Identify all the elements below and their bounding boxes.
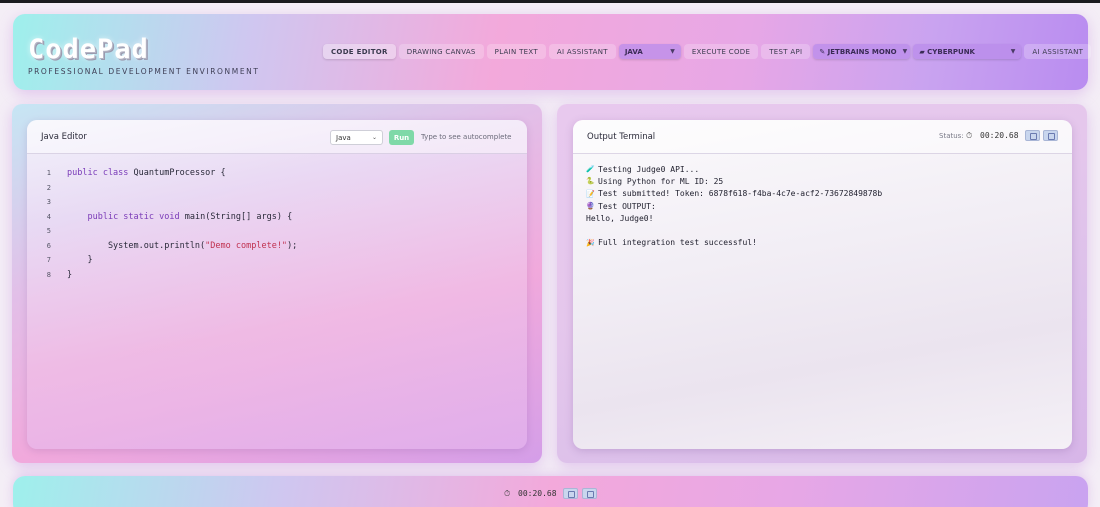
code-line: 2 [27,181,527,196]
nav-ai-assistant[interactable]: AI ASSISTANT [548,44,616,59]
editor-language-value: Java [336,133,351,142]
language-dropdown[interactable]: JAVA ▼ [618,44,681,59]
terminal-panel: Output Terminal Status: ⏱ 00:20.68 🧪 Tes… [557,104,1087,463]
terminal-title: Output Terminal [587,132,656,142]
stopwatch-icon: ⏱ [504,489,511,498]
code-line: 1 public class QuantumProcessor { [27,166,527,181]
nav-drawing-canvas[interactable]: DRAWING CANVAS [398,44,484,59]
font-dropdown-value: ✎ JETBRAINS MONO [819,47,897,56]
footer-timer: 00:20.68 [518,489,557,498]
nav-plain-text[interactable]: PLAIN TEXT [486,44,546,59]
line-number: 3 [46,198,51,207]
run-button[interactable]: Run [389,130,414,145]
nav-ai-assistant-secondary[interactable]: AI ASSISTANT [1024,44,1092,59]
line-number: 2 [46,183,51,192]
line-number: 7 [46,256,51,265]
party-popper-icon: 🎉 [586,238,595,247]
output-line: 🔮 Test OUTPUT: [586,201,656,211]
language-dropdown-value: JAVA [624,47,643,56]
theme-dropdown-value: ▰ CYBERPUNK [919,47,975,56]
app-header: CodePad PROFESSIONAL DEVELOPMENT ENVIRON… [13,14,1092,90]
chevron-down-icon: ▼ [670,48,675,55]
test-tube-icon: 🧪 [586,165,595,174]
chevron-down-icon: ▼ [902,48,908,55]
status-timer: 00:20.68 [980,131,1019,140]
clear-output-button[interactable] [1043,130,1058,141]
status-label: Status: [939,132,964,140]
output-line: 🐍 Using Python for ML ID: 25 [586,176,724,186]
crystal-ball-icon: 🔮 [586,202,595,211]
code-text: } [67,255,93,266]
status-footer: ⏱ 00:20.68 [13,476,1088,507]
autocomplete-hint: Type to see autocomplete [421,133,512,141]
execute-code-button[interactable]: EXECUTE CODE [683,44,759,59]
theme-dropdown[interactable]: ▰ CYBERPUNK ▼ [913,44,1022,59]
line-number: 6 [46,241,51,250]
line-number: 8 [46,270,51,279]
line-number: 1 [46,169,51,178]
terminal-output: 🧪 Testing Judge0 API... 🐍 Using Python f… [586,163,1056,249]
code-line: 5 [27,224,527,239]
stopwatch-icon: ⏱ [966,131,973,140]
code-text: } [67,269,73,280]
output-line: 🎉 Full integration test successful! [586,238,757,248]
footer-action-button[interactable] [563,488,578,499]
app-subtitle: PROFESSIONAL DEVELOPMENT ENVIRONMENT [28,67,260,76]
line-number: 4 [46,212,51,221]
font-dropdown[interactable]: ✎ JETBRAINS MONO ▼ [813,44,911,59]
font-icon: ✎ [819,47,828,56]
output-line: Hello, Judge0! [586,213,654,223]
editor-header: Java Editor Java ⌄ Run Type to see autoc… [27,120,527,154]
memo-icon: 📝 [586,189,595,198]
code-text: public class QuantumProcessor { [67,168,226,179]
code-text: public static void main(String[] args) { [87,211,293,222]
snake-icon: 🐍 [586,177,595,186]
editor-title: Java Editor [41,132,87,142]
code-line: 8 } [27,268,527,283]
copy-output-button[interactable] [1025,130,1040,141]
output-line: 🧪 Testing Judge0 API... [586,164,700,174]
editor-card: Java Editor Java ⌄ Run Type to see autoc… [27,120,527,449]
nav-code-editor[interactable]: CODE EDITOR [323,44,396,59]
output-line: 📝 Test submitted! Token: 6878f618-f4ba-4… [586,189,883,199]
code-editor[interactable]: 1 public class QuantumProcessor { 2 3 4 … [27,166,527,282]
terminal-card: Output Terminal Status: ⏱ 00:20.68 🧪 Tes… [573,120,1072,449]
code-line: 6 System.out.println("Demo complete!"); [27,239,527,254]
test-api-button[interactable]: TEST API [761,44,811,59]
chevron-down-icon: ⌄ [371,134,377,141]
editor-language-select[interactable]: Java ⌄ [330,130,383,145]
editor-panel: Java Editor Java ⌄ Run Type to see autoc… [12,104,542,463]
theme-icon: ▰ [919,47,928,56]
terminal-header: Output Terminal Status: ⏱ 00:20.68 [573,120,1072,154]
code-line: 7 } [27,253,527,268]
main-nav: CODE EDITOR DRAWING CANVAS PLAIN TEXT AI… [323,44,1092,59]
app-logo: CodePad [28,34,149,65]
code-line: 4 public static void main(String[] args)… [27,210,527,225]
window-top-border [0,0,1100,3]
code-text: System.out.println("Demo complete!"); [67,240,298,251]
line-number: 5 [46,227,51,236]
chevron-down-icon: ▼ [1010,48,1016,55]
code-line: 3 [27,195,527,210]
footer-action-button-2[interactable] [582,488,597,499]
